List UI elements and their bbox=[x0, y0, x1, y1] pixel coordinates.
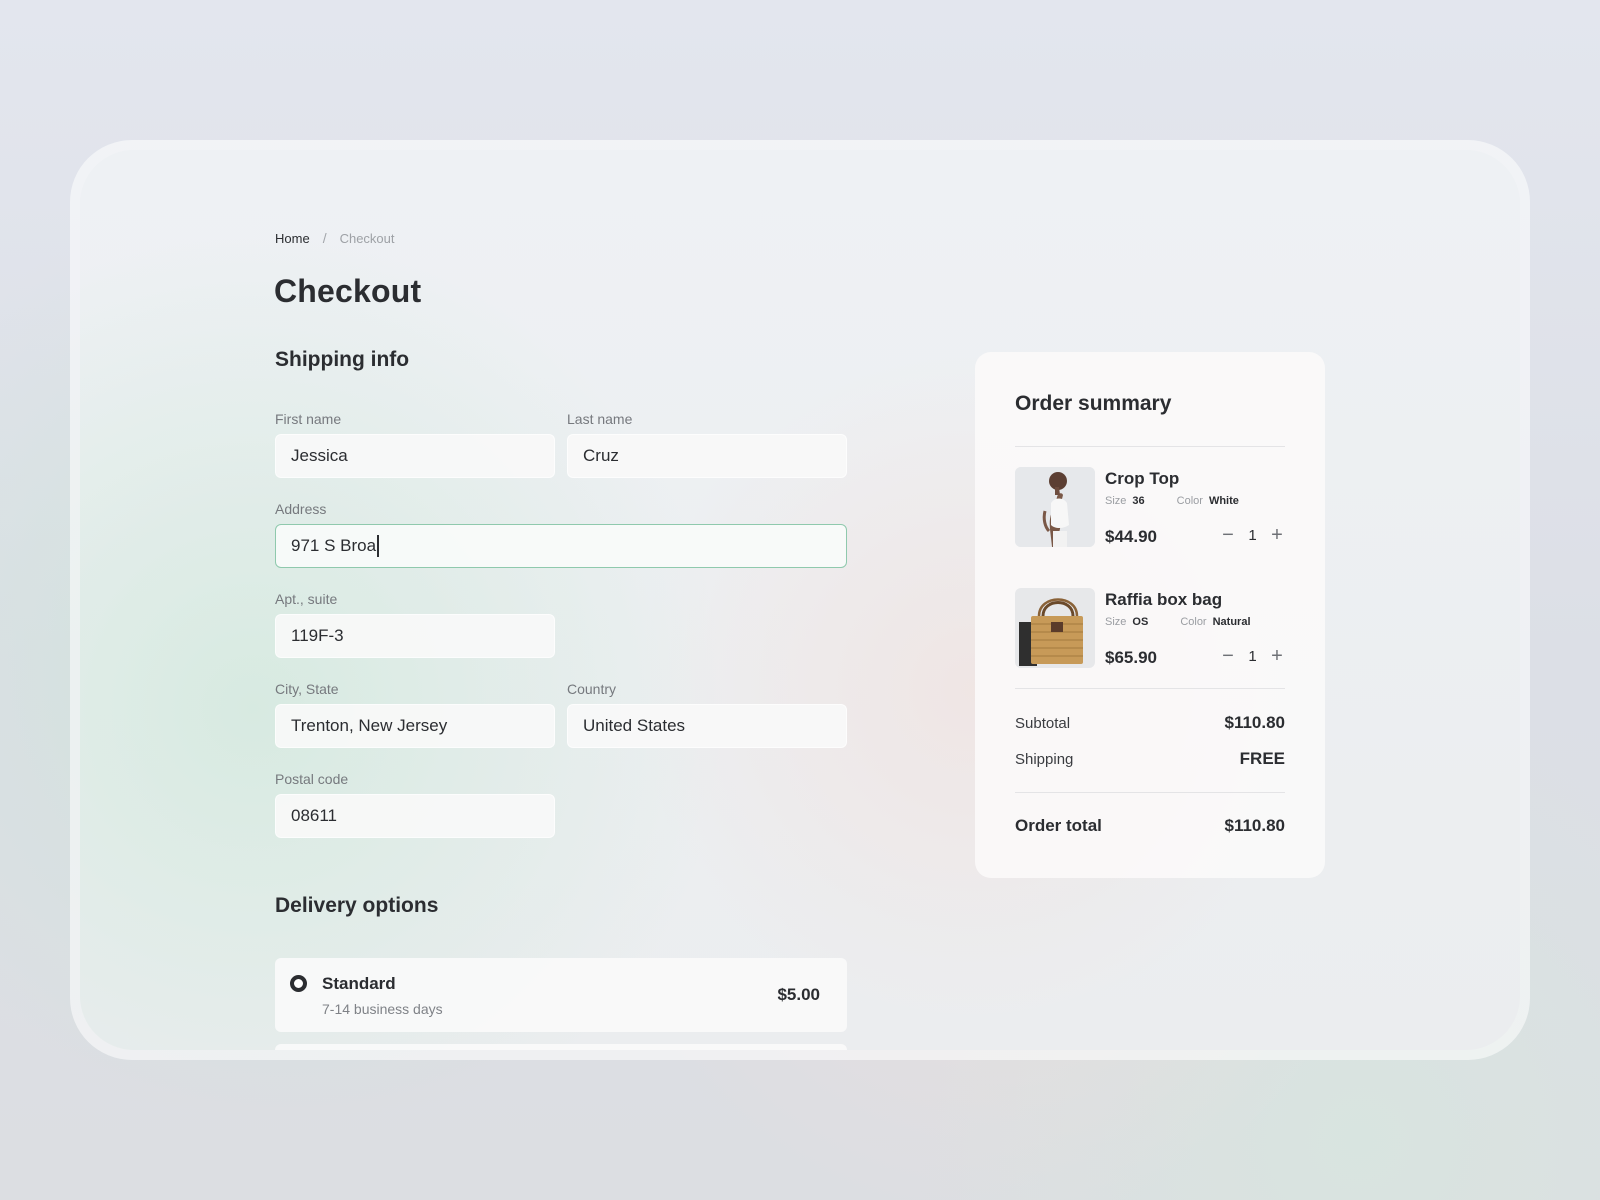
apt-suite-value: 119F-3 bbox=[291, 626, 344, 645]
order-summary-heading: Order summary bbox=[1015, 392, 1172, 415]
quantity-value: 1 bbox=[1248, 526, 1257, 544]
text-caret bbox=[377, 535, 379, 557]
order-total-label: Order total bbox=[1015, 816, 1102, 835]
minus-icon[interactable]: − bbox=[1220, 646, 1236, 666]
size-value: OS bbox=[1132, 616, 1149, 628]
city-state-field[interactable]: Trenton, New Jersey bbox=[275, 704, 555, 748]
postal-code-value: 08611 bbox=[291, 806, 338, 825]
color-value: White bbox=[1208, 495, 1239, 507]
address-value: 971 S Broa bbox=[291, 536, 377, 555]
shipping-value: FREE bbox=[1239, 749, 1285, 768]
page-title: Checkout bbox=[274, 273, 422, 309]
checkout-window: Home / Checkout Checkout Shipping info F… bbox=[80, 150, 1520, 1050]
first-name-field[interactable]: Jessica bbox=[275, 434, 555, 478]
quantity-stepper: − 1 + bbox=[1220, 646, 1285, 666]
breadcrumb-separator: / bbox=[322, 230, 327, 246]
order-total-row: Order total $110.80 bbox=[1015, 811, 1285, 841]
size-label: Size bbox=[1105, 495, 1127, 507]
quantity-value: 1 bbox=[1248, 647, 1257, 665]
color-value: Natural bbox=[1212, 616, 1251, 628]
country-field[interactable]: United States bbox=[567, 704, 847, 748]
last-name-label: Last name bbox=[567, 411, 633, 427]
color-label: Color bbox=[1176, 495, 1203, 507]
delivery-options-heading: Delivery options bbox=[275, 894, 439, 917]
delivery-option-name: Standard bbox=[322, 974, 396, 993]
cart-item: Raffia box bag Size OS Color Natural $65.90… bbox=[1015, 588, 1285, 670]
summary-divider bbox=[1015, 688, 1285, 689]
delivery-option-eta: 7-14 business days bbox=[322, 1001, 443, 1017]
country-label: Country bbox=[567, 681, 617, 697]
subtotal-value: $110.80 bbox=[1224, 713, 1285, 732]
minus-icon[interactable]: − bbox=[1220, 525, 1236, 545]
summary-divider bbox=[1015, 792, 1285, 793]
country-value: United States bbox=[583, 716, 686, 735]
first-name-label: First name bbox=[275, 411, 342, 427]
last-name-field[interactable]: Cruz bbox=[567, 434, 847, 478]
color-label: Color bbox=[1180, 616, 1207, 628]
subtotal-row: Subtotal $110.80 bbox=[1015, 708, 1285, 738]
cart-item: Crop Top Size 36 Color White $44.90 − 1 + bbox=[1015, 467, 1285, 549]
item-name: Crop Top bbox=[1105, 469, 1180, 488]
order-summary-card: Order summary Crop Top Size 36 Color White bbox=[975, 352, 1325, 878]
delivery-option-standard[interactable]: Standard 7-14 business days $5.00 bbox=[275, 958, 847, 1032]
breadcrumb: Home / Checkout bbox=[275, 230, 395, 246]
size-label: Size bbox=[1105, 616, 1127, 628]
apt-suite-label: Apt., suite bbox=[275, 591, 338, 607]
size-value: 36 bbox=[1132, 495, 1145, 507]
product-image-raffia-bag[interactable] bbox=[1015, 588, 1095, 668]
address-label: Address bbox=[275, 501, 327, 517]
apt-suite-field[interactable]: 119F-3 bbox=[275, 614, 555, 658]
shipping-label: Shipping bbox=[1015, 750, 1074, 768]
subtotal-label: Subtotal bbox=[1015, 714, 1071, 732]
city-state-label: City, State bbox=[275, 681, 339, 697]
shipping-info-heading: Shipping info bbox=[275, 348, 410, 371]
item-name: Raffia box bag bbox=[1105, 590, 1223, 609]
plus-icon[interactable]: + bbox=[1269, 525, 1285, 545]
last-name-value: Cruz bbox=[583, 446, 619, 465]
delivery-option-next[interactable] bbox=[275, 1044, 847, 1050]
item-price: $44.90 bbox=[1105, 527, 1157, 546]
product-image-crop-top[interactable] bbox=[1015, 467, 1095, 547]
radio-selected-icon[interactable] bbox=[290, 975, 307, 992]
summary-divider bbox=[1015, 446, 1285, 447]
quantity-stepper: − 1 + bbox=[1220, 525, 1285, 545]
item-price: $65.90 bbox=[1105, 648, 1157, 667]
shipping-row: Shipping FREE bbox=[1015, 744, 1285, 774]
order-total-value: $110.80 bbox=[1224, 816, 1285, 835]
delivery-option-price: $5.00 bbox=[777, 985, 820, 1004]
breadcrumb-current: Checkout bbox=[339, 230, 395, 246]
plus-icon[interactable]: + bbox=[1269, 646, 1285, 666]
city-state-value: Trenton, New Jersey bbox=[291, 716, 448, 735]
first-name-value: Jessica bbox=[291, 446, 348, 465]
postal-code-label: Postal code bbox=[275, 771, 349, 787]
address-field[interactable]: 971 S Broa bbox=[275, 524, 847, 568]
item-attributes: Size 36 Color White bbox=[1105, 495, 1239, 507]
item-attributes: Size OS Color Natural bbox=[1105, 616, 1251, 628]
breadcrumb-home-link[interactable]: Home bbox=[275, 231, 310, 246]
postal-code-field[interactable]: 08611 bbox=[275, 794, 555, 838]
